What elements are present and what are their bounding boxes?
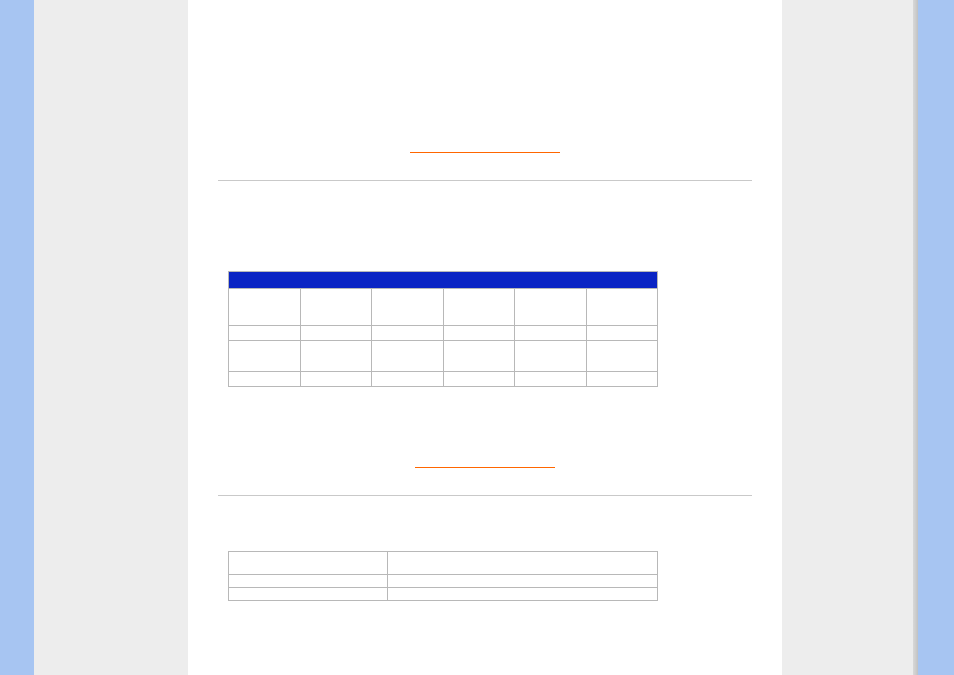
table-row	[229, 372, 658, 387]
data-table-1	[228, 271, 658, 387]
table-row	[229, 575, 658, 588]
divider-1	[218, 180, 752, 181]
section-link-1[interactable]	[410, 152, 560, 153]
divider-2	[218, 495, 752, 496]
section-link-1-wrap	[218, 140, 752, 158]
table1-header-row	[229, 272, 658, 289]
section-link-2-wrap	[218, 455, 752, 473]
table1-header-bar	[229, 272, 658, 289]
section-link-2[interactable]	[415, 467, 555, 468]
page-shadow	[913, 0, 918, 675]
table-row	[229, 341, 658, 372]
page-frame	[34, 0, 918, 675]
table-row	[229, 588, 658, 601]
document-page	[188, 0, 782, 675]
table-row	[229, 289, 658, 326]
table-row	[229, 326, 658, 341]
data-table-2	[228, 551, 658, 601]
table-row	[229, 552, 658, 575]
